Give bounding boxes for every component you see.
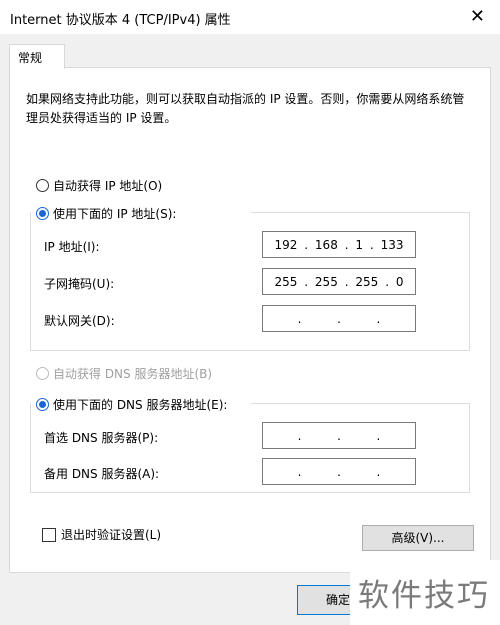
dot: . [376, 311, 381, 326]
dns-manual-radio-row[interactable]: 使用下面的 DNS 服务器地址(E): [36, 396, 232, 413]
subnet-octet: 0 [395, 274, 404, 289]
ip-octet: 1 [355, 237, 364, 252]
dot: . [337, 311, 341, 326]
ip-octet: 133 [380, 237, 404, 252]
dns-auto-radio-row[interactable]: 自动获得 DNS 服务器地址(B) [36, 365, 212, 382]
dns-manual-label: 使用下面的 DNS 服务器地址(E): [53, 398, 228, 412]
dot: . [344, 237, 349, 252]
dot: . [376, 428, 381, 443]
ip-auto-radio-row[interactable]: 自动获得 IP 地址(O) [36, 177, 162, 194]
subnet-label: 子网掩码(U): [44, 277, 115, 291]
dot: . [337, 428, 341, 443]
description-text: 如果网络支持此功能，则可以获取自动指派的 IP 设置。否则，你需要从网络系统管理… [26, 92, 465, 125]
dot: . [337, 464, 341, 479]
dot: . [304, 274, 309, 289]
ip-auto-label: 自动获得 IP 地址(O) [53, 179, 163, 193]
dot: . [297, 464, 302, 479]
subnet-octet: 255 [355, 274, 379, 289]
watermark-text: 软件技巧 [358, 578, 490, 614]
watermark: 软件技巧 [350, 560, 500, 625]
ip-auto-radio[interactable] [36, 179, 49, 192]
tab-general[interactable]: 常规 [9, 44, 65, 69]
window-title: Internet 协议版本 4 (TCP/IPv4) 属性 [10, 13, 231, 28]
title-bar: Internet 协议版本 4 (TCP/IPv4) 属性 ✕ [0, 0, 500, 34]
ip-manual-radio[interactable] [36, 207, 49, 220]
dot: . [376, 464, 381, 479]
dns-auto-radio[interactable] [36, 367, 49, 380]
dot: . [369, 237, 374, 252]
advanced-button[interactable]: 高级(V)... [362, 525, 474, 551]
ip-octet: 168 [314, 237, 338, 252]
ip-manual-label: 使用下面的 IP 地址(S): [53, 207, 177, 221]
dns-manual-radio[interactable] [36, 398, 49, 411]
alternate-dns-label: 备用 DNS 服务器(A): [44, 467, 160, 481]
ip-address-field[interactable]: 192. 168. 1. 133 [262, 231, 416, 258]
dot: . [344, 274, 349, 289]
preferred-dns-field[interactable]: . . . [262, 422, 416, 449]
validate-label: 退出时验证设置(L) [61, 528, 162, 542]
dot: . [304, 237, 309, 252]
close-icon[interactable]: ✕ [470, 6, 485, 27]
subnet-field[interactable]: 255. 255. 255. 0 [262, 268, 416, 295]
validate-checkbox-row[interactable]: 退出时验证设置(L) [42, 526, 161, 543]
alternate-dns-field[interactable]: . . . [262, 458, 416, 485]
ip-octet: 192 [274, 237, 298, 252]
subnet-octet: 255 [274, 274, 298, 289]
ip-manual-radio-row[interactable]: 使用下面的 IP 地址(S): [36, 205, 181, 222]
tab-general-label: 常规 [18, 51, 43, 65]
dot: . [297, 428, 302, 443]
dns-auto-label: 自动获得 DNS 服务器地址(B) [53, 367, 213, 381]
subnet-octet: 255 [314, 274, 338, 289]
preferred-dns-label: 首选 DNS 服务器(P): [44, 431, 159, 445]
dot: . [385, 274, 390, 289]
gateway-field[interactable]: . . . [262, 305, 416, 332]
ip-address-label: IP 地址(I): [44, 240, 100, 254]
gateway-label: 默认网关(D): [44, 314, 115, 328]
dot: . [297, 311, 302, 326]
validate-checkbox[interactable] [42, 527, 56, 542]
